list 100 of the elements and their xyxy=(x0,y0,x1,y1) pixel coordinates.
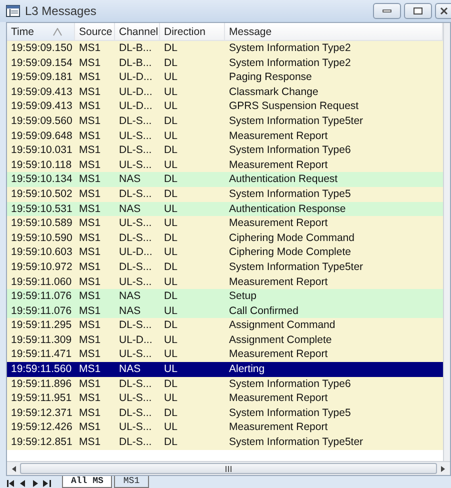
table-row[interactable]: 19:59:10.031 MS1 DL-S... DL System Information Type6 xyxy=(7,143,443,158)
vertical-scrollbar[interactable] xyxy=(443,23,450,461)
table-cell-text: 19:59:11.471 xyxy=(10,347,73,362)
table-cell-text: 19:59:09.150 xyxy=(10,41,74,56)
table-cell-text: DL-S... xyxy=(118,260,153,274)
table-cell-text: Authentication Request xyxy=(228,172,339,187)
table-cell-text: UL-D... xyxy=(118,70,154,85)
table-row[interactable]: 19:59:11.309 MS1 UL-D... UL Assignment Complete xyxy=(7,332,443,348)
restore-button[interactable] xyxy=(404,3,432,19)
table-cell-text: Measurement Report xyxy=(228,391,329,406)
table-row[interactable]: 19:59:09.181 MS1 UL-D... UL Paging Response xyxy=(7,70,443,85)
table-row[interactable]: 19:59:10.502 MS1 DL-S... DL System Information Type5 xyxy=(7,186,443,202)
table-row[interactable]: 19:59:09.413 MS1 UL-D... UL Classmark Change xyxy=(7,84,443,100)
table-cell-text: MS1 xyxy=(78,376,102,392)
table-cell-text: UL-D... xyxy=(118,99,154,114)
table-cell-text: UL-S... xyxy=(118,216,153,231)
table-cell-text: MS1 xyxy=(78,406,102,420)
table-row[interactable]: 19:59:09.413 MS1 UL-D... UL GPRS Suspension Request xyxy=(7,99,443,114)
table-row[interactable]: 19:59:09.560 MS1 DL-S... DL System Information Type5ter xyxy=(7,114,443,129)
table-cell-text: DL xyxy=(163,143,178,158)
table-cell-text: DL xyxy=(163,318,178,333)
table-cell-text: DL-S... xyxy=(118,376,153,392)
table-row[interactable]: 19:59:12.426 MS1 UL-S... UL Measurement Report xyxy=(7,420,443,436)
grip-icon xyxy=(225,466,232,472)
table-cell-text: DL xyxy=(163,376,178,392)
column-header[interactable]: Source xyxy=(75,23,115,40)
table-row[interactable]: 19:59:10.589 MS1 UL-S... UL Measurement Report xyxy=(7,216,443,231)
table-row[interactable]: 19:59:12.371 MS1 DL-S... DL System Information Type5 xyxy=(7,406,443,420)
minimize-button[interactable] xyxy=(373,3,401,19)
table-cell-text: 19:59:12.851 xyxy=(10,435,74,450)
table-cell-text: MS1 xyxy=(78,84,102,100)
table-row[interactable]: 19:59:09.150 MS1 DL-B... DL System Information Type2 xyxy=(7,41,443,56)
table-row[interactable]: 19:59:10.531 MS1 NAS UL Authentication Response xyxy=(7,202,443,216)
table-cell-text: NAS xyxy=(118,304,142,318)
table-cell-text: MS1 xyxy=(78,245,102,260)
scroll-left-icon[interactable] xyxy=(10,464,18,472)
column-header[interactable]: Channel xyxy=(115,23,160,40)
sheet-tab[interactable]: All MS xyxy=(62,476,112,488)
scroll-thumb[interactable] xyxy=(20,463,437,474)
table-cell-text: UL-S... xyxy=(118,158,153,172)
table-cell-text: System Information Type6 xyxy=(228,376,352,392)
table-cell-text: System Information Type2 xyxy=(228,41,352,56)
table-row[interactable]: 19:59:12.851 MS1 DL-S... DL System Information Type5ter xyxy=(7,435,443,450)
table-row[interactable]: 19:59:11.471 MS1 UL-S... UL Measurement Report xyxy=(7,347,443,362)
table-cell-text: 19:59:09.154 xyxy=(10,56,74,70)
table-row[interactable]: 19:59:11.060 MS1 UL-S... UL Measurement Report xyxy=(7,274,443,290)
table-cell-text: 19:59:10.590 xyxy=(10,230,74,246)
table-cell-text: 19:59:09.560 xyxy=(10,114,74,129)
scroll-right-icon[interactable] xyxy=(439,464,447,472)
table-cell-text: System Information Type5ter xyxy=(228,260,364,274)
table-cell-text: 19:59:11.060 xyxy=(10,274,73,290)
table-cell-text: NAS xyxy=(118,172,142,187)
table-row[interactable]: 19:59:11.951 MS1 UL-S... UL Measurement Report xyxy=(7,391,443,406)
table-cell-text: DL-S... xyxy=(118,230,153,246)
horizontal-scrollbar[interactable] xyxy=(7,461,450,475)
minimize-icon xyxy=(382,9,392,13)
table-cell-text: 19:59:11.076 xyxy=(10,289,73,304)
table-row[interactable]: 19:59:10.603 MS1 UL-D... UL Ciphering Mode Complete xyxy=(7,245,443,260)
table-cell-text: NAS xyxy=(118,202,142,216)
table-cell-text: UL xyxy=(163,420,178,436)
table-row[interactable]: 19:59:09.154 MS1 DL-B... DL System Information Type2 xyxy=(7,56,443,70)
table-row[interactable]: 19:59:11.896 MS1 DL-S... DL System Information Type6 xyxy=(7,376,443,392)
table-row[interactable]: 19:59:10.118 MS1 UL-S... UL Measurement Report xyxy=(7,158,443,172)
last-tab-button[interactable] xyxy=(42,478,52,488)
table-cell-text: System Information Type5 xyxy=(228,406,352,420)
sheet-tab[interactable]: MS1 xyxy=(114,476,149,488)
table-cell-text: DL xyxy=(163,186,178,202)
table-cell-text: DL xyxy=(163,56,178,70)
table-cell-text: UL-S... xyxy=(118,347,153,362)
table-cell-text: MS1 xyxy=(78,114,102,129)
table-row[interactable]: 19:59:10.972 MS1 DL-S... DL System Information Type5ter xyxy=(7,260,443,274)
table-cell-text: NAS xyxy=(118,362,142,377)
table-cell-text: Authentication Response xyxy=(228,202,347,216)
close-icon xyxy=(440,7,448,15)
table-cell-text: DL-S... xyxy=(118,143,153,158)
column-header[interactable]: Direction xyxy=(160,23,225,40)
table-cell-text: 19:59:10.134 xyxy=(10,172,74,187)
table-cell-text: 19:59:10.972 xyxy=(10,260,74,274)
table-cell-text: 19:59:09.413 xyxy=(10,99,74,114)
close-button[interactable] xyxy=(435,3,451,19)
table-row[interactable]: 19:59:11.076 MS1 NAS DL Setup xyxy=(7,289,443,304)
column-header[interactable]: Time xyxy=(7,23,75,40)
table-cell-text: System Information Type5ter xyxy=(228,435,364,450)
selected-row[interactable]: 19:59:11.560 MS1 NAS UL Alerting xyxy=(7,362,443,377)
table-row[interactable]: 19:59:11.295 MS1 DL-S... DL Assignment Command xyxy=(7,318,443,333)
table-cell-text: MS1 xyxy=(78,435,102,450)
table-row[interactable]: 19:59:09.648 MS1 UL-S... UL Measurement Report xyxy=(7,128,443,144)
table-cell-text: MS1 xyxy=(78,260,102,274)
table-cell-text: DL-S... xyxy=(118,114,153,129)
table-row[interactable]: 19:59:10.590 MS1 DL-S... DL Ciphering Mode Command xyxy=(7,230,443,246)
table-row[interactable]: 19:59:10.134 MS1 NAS DL Authentication Request xyxy=(7,172,443,187)
table-cell-text: UL xyxy=(163,84,178,100)
table-cell-text: UL xyxy=(163,128,178,144)
table-cell-text: 19:59:11.076 xyxy=(10,304,73,318)
maximize-icon xyxy=(413,7,423,15)
next-tab-button[interactable] xyxy=(30,478,40,488)
first-tab-button[interactable] xyxy=(6,478,16,488)
table-cell-text: UL xyxy=(163,158,178,172)
previous-tab-button[interactable] xyxy=(18,478,28,488)
table-row[interactable]: 19:59:11.076 MS1 NAS UL Call Confirmed xyxy=(7,304,443,318)
